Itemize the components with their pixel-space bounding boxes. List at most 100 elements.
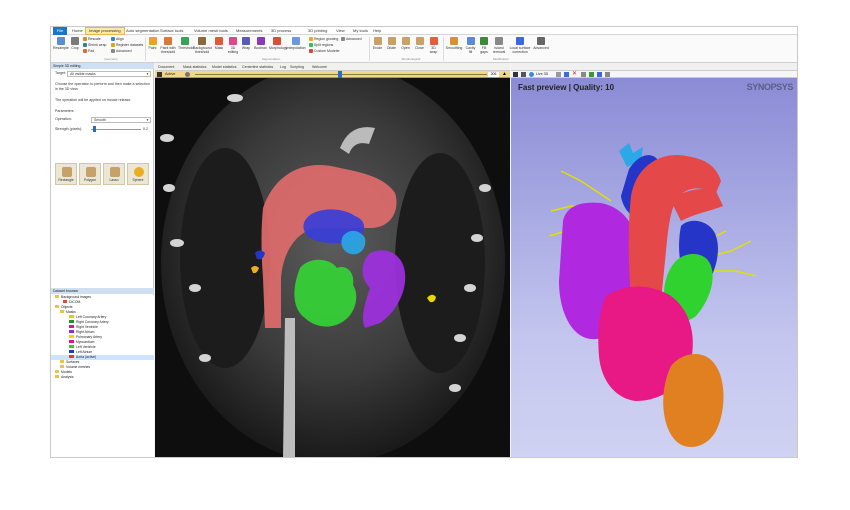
slice-up-arrow-icon[interactable]: ▲ [502, 71, 507, 78]
menu-3d-printing[interactable]: 3D printing [305, 27, 330, 35]
menu-file[interactable]: File [53, 27, 67, 35]
ribbon-divider [145, 37, 146, 61]
crop-button[interactable]: Crop [69, 37, 81, 57]
ct-slice-image[interactable] [155, 78, 510, 458]
left-panel: Simple 3D editing Target: All visible ma… [51, 63, 154, 457]
strength-slider-handle[interactable] [93, 126, 96, 132]
target-value: All visible masks [70, 72, 96, 76]
dilate-button[interactable]: Dilate [385, 37, 398, 57]
resample-button[interactable]: Resample [53, 37, 69, 57]
display-icon[interactable] [521, 72, 526, 77]
resample-label: Resample [53, 46, 69, 50]
tab-welcome[interactable]: Welcome [312, 63, 327, 71]
menu-volume-mesh-tools[interactable]: Volume mesh tools [191, 27, 231, 35]
3d-toolbar: Live 3D ✕ [511, 71, 797, 78]
register-datasets-button[interactable]: Register datasets [111, 43, 143, 48]
instruction-text-2: The operation will be applied on mouse r… [55, 98, 132, 102]
target-select[interactable]: All visible masks ▼ [67, 71, 151, 77]
strength-slider[interactable] [91, 129, 141, 130]
group-morphological-label: Morphological [401, 57, 421, 61]
3d-wrap-button[interactable]: 3D wrap [427, 37, 440, 57]
interpolation-button[interactable]: Interpolation [286, 37, 306, 57]
cavity-fill-button[interactable]: Cavity fill [464, 37, 477, 57]
menu-help[interactable]: Help [370, 27, 384, 35]
paint-with-threshold-button[interactable]: Paint with threshold [159, 37, 177, 57]
tree-node-analysis[interactable]: Analysis [55, 375, 74, 380]
region-growing-button[interactable]: Region growing [309, 37, 338, 42]
split-regions-button[interactable]: Split regions [309, 43, 333, 48]
shrink-wrap-button[interactable]: Shrink wrap [83, 43, 106, 48]
tab-document[interactable]: Document [158, 63, 174, 71]
menu-3d-process[interactable]: 3D process [268, 27, 294, 35]
polygon-tool-button[interactable]: Polygon [79, 163, 101, 185]
settings-icon[interactable] [605, 72, 610, 77]
live-3d-label[interactable]: Live 3D [536, 71, 548, 78]
chevron-down-icon: ▼ [146, 72, 149, 76]
menu-view[interactable]: View [333, 27, 348, 35]
tab-log[interactable]: Log [280, 63, 286, 71]
operation-label: Operation: [55, 117, 72, 121]
menu-my-tools[interactable]: My tools [350, 27, 371, 35]
close-icon[interactable]: ✕ [572, 71, 577, 78]
live-3d-icon[interactable] [529, 72, 534, 77]
operation-select[interactable]: Smooth ▼ [91, 117, 151, 123]
advanced-segmentation-button[interactable]: Advanced [341, 37, 362, 42]
rescale-button[interactable]: Rescale [83, 37, 101, 42]
background-threshold-button[interactable]: Background threshold [193, 37, 212, 57]
align-button[interactable]: Align [111, 37, 124, 42]
right-ventricle-3d [663, 353, 724, 447]
group-segmentation-label: Segmentation [261, 57, 281, 61]
pad-button[interactable]: Pad [83, 49, 94, 54]
camera-icon[interactable] [513, 72, 518, 77]
render-icon[interactable] [597, 72, 602, 77]
boolean-button[interactable]: Boolean [253, 37, 268, 57]
sphere-icon [134, 167, 144, 177]
fill-gaps-button[interactable]: Fill gaps [478, 37, 490, 57]
target-label: Target: [55, 71, 66, 75]
menu-surface-tools[interactable]: Surface tools [157, 27, 186, 35]
viewport-3d[interactable]: Live 3D ✕ Fast preview | Quality: 10 SYN… [511, 63, 797, 457]
view-options-icon[interactable] [185, 72, 190, 77]
advanced-modification-button[interactable]: Advanced [533, 37, 549, 57]
close-button[interactable]: Close [413, 37, 426, 57]
threshold-button[interactable]: Threshold [178, 37, 194, 57]
tab-mask-statistics[interactable]: Mask statistics [183, 63, 206, 71]
local-surface-correction-button[interactable]: Local surface correction [508, 37, 532, 57]
menu-home[interactable]: Home [69, 27, 86, 35]
island-removal-button[interactable]: Island removal [491, 37, 507, 57]
preview-title: Fast preview | Quality: 10 [518, 83, 615, 92]
advanced-geometry-button[interactable]: Advanced [111, 49, 132, 54]
tab-centerline-statistics[interactable]: Centerline statistics [242, 63, 273, 71]
menu-image-processing[interactable]: Image processing [85, 27, 125, 35]
morphology-button[interactable]: Morphology [269, 37, 287, 57]
open-button[interactable]: Open [399, 37, 412, 57]
lasso-tool-button[interactable]: Lasso [103, 163, 125, 185]
wrap-button[interactable]: Wrap [240, 37, 252, 57]
clip-icon[interactable] [581, 72, 586, 77]
smoothing-button[interactable]: Smoothing [445, 37, 463, 57]
heart-3d-model [548, 143, 757, 447]
custom-modeler-button[interactable]: Custom Modeler [309, 49, 340, 54]
tab-model-statistics[interactable]: Model statistics [212, 63, 237, 71]
mask-button[interactable]: Mask [212, 37, 226, 57]
descending-aorta-shape [283, 318, 295, 457]
slice-slider-handle[interactable] [338, 71, 342, 78]
tab-scripting[interactable]: Scripting [290, 63, 304, 71]
sphere-tool-button[interactable]: Sphere [127, 163, 149, 185]
model-icon[interactable] [564, 72, 569, 77]
3d-editing-button[interactable]: 3D editing [227, 37, 239, 57]
mesh-icon[interactable] [589, 72, 594, 77]
viewport-2d[interactable]: Document Mask statistics Model statistic… [155, 63, 510, 458]
instruction-text: Choose the operation to perform and then… [55, 82, 150, 91]
rectangle-tool-button[interactable]: Rectangle [55, 163, 77, 185]
paint-button[interactable]: Paint [147, 37, 158, 57]
erode-button[interactable]: Erode [371, 37, 384, 57]
menu-measurements[interactable]: Measurements [233, 27, 265, 35]
screenshot-icon[interactable] [556, 72, 561, 77]
active-label[interactable]: Active [165, 71, 175, 78]
chevron-down-icon: ▼ [146, 118, 149, 122]
dataset-browser-title: Dataset browser [51, 288, 154, 294]
slice-number-field[interactable]: 206 [488, 72, 499, 77]
layout-icon[interactable] [157, 72, 162, 77]
dataset-browser: Dataset browser Background images DICOM … [51, 288, 154, 457]
